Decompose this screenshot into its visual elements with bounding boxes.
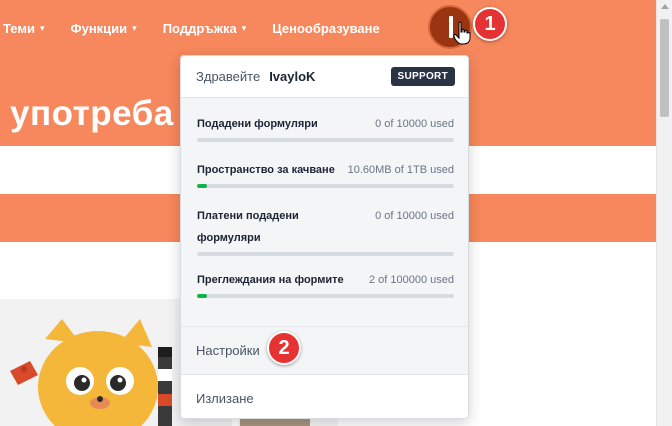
usage-label: Преглеждания на формите bbox=[197, 274, 344, 286]
nav-item-themes[interactable]: Теми ▾ bbox=[3, 21, 45, 36]
chevron-down-icon: ▾ bbox=[39, 22, 45, 33]
chevron-down-icon: ▾ bbox=[241, 22, 247, 33]
greeting-text: Здравейте bbox=[196, 69, 261, 84]
usage-value: 2 of 100000 used bbox=[368, 274, 454, 286]
scrollbar-thumb[interactable] bbox=[660, 19, 669, 117]
usage-label: Пространство за качване bbox=[197, 164, 335, 176]
usage-value: 0 of 10000 used bbox=[375, 118, 454, 130]
usage-label: Подадени формуляри bbox=[197, 118, 318, 130]
nav-item-features[interactable]: Функции ▾ bbox=[71, 21, 137, 36]
step-badge-2: 2 bbox=[267, 331, 301, 365]
usage-value: 10.60MB of 1TB used bbox=[347, 164, 454, 176]
step-badge-1: 1 bbox=[473, 7, 507, 41]
usage-item-upload-space: Пространство за качване 10.60MB of 1TB u… bbox=[197, 142, 454, 188]
usage-progress-bar bbox=[197, 294, 454, 298]
nav-item-label: Поддръжка bbox=[162, 20, 237, 36]
usage-label: Платени подадени формуляри bbox=[197, 210, 299, 244]
usage-item-submissions: Подадени формуляри 0 of 10000 used bbox=[197, 98, 454, 142]
chevron-down-icon: ▾ bbox=[132, 22, 137, 33]
usage-progress-fill bbox=[197, 294, 208, 298]
main-nav: Теми ▾ Функции ▾ Поддръжка ▾ Ценообразув… bbox=[0, 0, 406, 56]
usage-value: 0 of 10000 used bbox=[375, 210, 454, 222]
nav-item-pricing[interactable]: Ценообразуване bbox=[272, 21, 379, 36]
logout-menu-item[interactable]: Излизане bbox=[181, 375, 468, 418]
settings-menu-item[interactable]: Настройки bbox=[181, 327, 468, 374]
username: IvayloK bbox=[269, 69, 316, 84]
account-dropdown: Здравейте IvayloK SUPPORT Подадени форму… bbox=[180, 55, 469, 419]
usage-item-paid-submissions: Платени подадени формуляри 0 of 10000 us… bbox=[197, 188, 454, 256]
account-header: Здравейте IvayloK SUPPORT bbox=[181, 56, 468, 98]
scroll-up-arrow-icon[interactable] bbox=[661, 4, 669, 9]
hero-title: употреба bbox=[10, 94, 174, 133]
hand-pointer-icon bbox=[453, 21, 471, 45]
support-badge[interactable]: SUPPORT bbox=[390, 67, 455, 86]
usage-item-form-views: Преглеждания на формите 2 of 100000 used bbox=[197, 256, 454, 298]
vertical-scrollbar[interactable] bbox=[656, 0, 672, 426]
nav-item-label: Ценообразуване bbox=[272, 20, 380, 36]
nav-item-label: Функции bbox=[70, 20, 128, 36]
usage-panel: Подадени формуляри 0 of 10000 used Прост… bbox=[181, 98, 468, 327]
nav-item-label: Теми bbox=[3, 20, 35, 36]
nav-item-support[interactable]: Поддръжка ▾ bbox=[163, 21, 247, 36]
